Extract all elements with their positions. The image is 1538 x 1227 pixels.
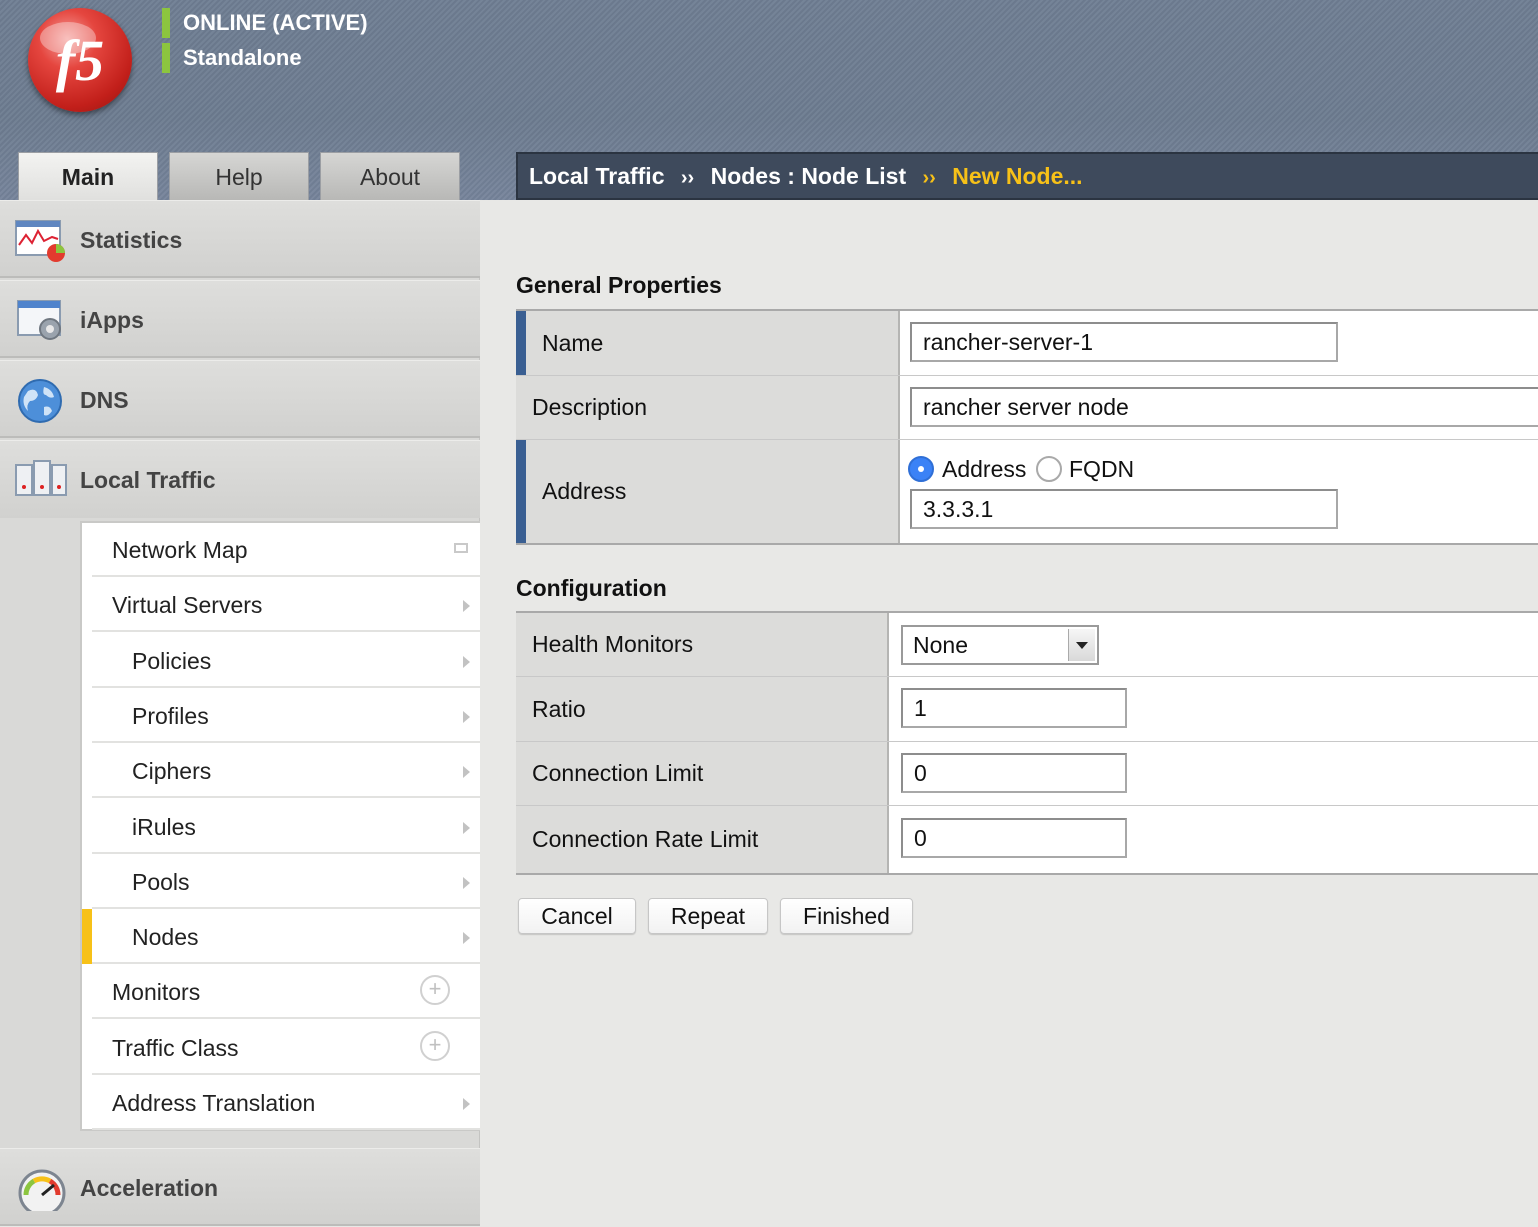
f5-logo[interactable]: f5 [28,8,132,112]
acceleration-gauge-icon [18,1169,66,1211]
name-input[interactable]: rancher-server-1 [910,322,1338,362]
sidebar-item-pools[interactable]: Pools [92,855,480,909]
nav-local-traffic-label: Local Traffic [80,467,216,493]
ratio-row: Ratio 1 [516,677,1538,742]
sidebar-item-virtual-servers[interactable]: Virtual Servers [92,578,480,632]
address-radio[interactable] [908,456,934,482]
address-radio-label: Address [942,456,1027,482]
connection-limit-input[interactable]: 0 [901,753,1127,793]
sidebar-item-label: Ciphers [132,758,212,784]
description-label: Description [516,376,900,439]
health-monitors-selected: None [913,632,968,658]
sidebar-item-address-translation[interactable]: Address Translation [92,1076,480,1130]
address-label: Address [516,440,900,543]
ratio-input[interactable]: 1 [901,688,1127,728]
configuration-table: Health Monitors None Ratio 1 Connection … [516,611,1538,875]
local-traffic-submenu: Network Map Virtual Servers Policies Profil… [80,521,480,1131]
tab-help[interactable]: Help [169,152,309,200]
sidebar-item-monitors[interactable]: Monitors + [92,965,480,1019]
sidebar: Statistics iApps DNS Local Traffic Netwo… [0,200,480,1226]
sidebar-item-traffic-class[interactable]: Traffic Class + [92,1021,480,1075]
connection-limit-row: Connection Limit 0 [516,742,1538,806]
name-row: Name rancher-server-1 [516,311,1538,376]
ratio-label: Ratio [516,677,889,741]
nav-local-traffic[interactable]: Local Traffic [0,440,480,518]
chevron-down-icon [1068,629,1095,661]
sidebar-item-label: Policies [132,648,212,674]
logo-text: f5 [56,28,104,93]
tab-main[interactable]: Main [18,152,158,200]
dns-globe-icon [18,379,62,423]
address-row: Address Address FQDN 3.3.3.1 [516,440,1538,543]
chevron-right-icon[interactable] [463,766,470,778]
connection-limit-label: Connection Limit [516,742,889,805]
add-icon[interactable]: + [420,1031,450,1061]
connection-rate-limit-input[interactable]: 0 [901,818,1127,858]
sidebar-item-label: Network Map [112,537,248,563]
sidebar-item-ciphers[interactable]: Ciphers [92,744,480,798]
breadcrumb-current: New Node... [952,163,1083,189]
nav-dns-label: DNS [80,387,129,413]
repeat-button[interactable]: Repeat [648,898,768,934]
sidebar-item-network-map[interactable]: Network Map [92,523,480,577]
nav-dns[interactable]: DNS [0,360,480,438]
general-properties-title: General Properties [516,272,722,298]
system-status: ONLINE (ACTIVE) [162,8,368,38]
finished-button[interactable]: Finished [780,898,913,934]
sidebar-item-label: Pools [132,869,190,895]
window-icon[interactable] [454,543,468,553]
sidebar-item-label: Profiles [132,703,209,729]
statistics-icon [15,220,65,262]
ha-mode: Standalone [162,43,302,73]
sidebar-item-irules[interactable]: iRules [92,800,480,854]
description-input[interactable]: rancher server node [910,387,1538,427]
nav-statistics[interactable]: Statistics [0,200,480,278]
nav-iapps[interactable]: iApps [0,280,480,358]
sidebar-item-label: Monitors [112,979,201,1005]
nav-acceleration[interactable]: Acceleration [0,1148,480,1226]
chevron-right-icon[interactable] [463,932,470,944]
health-monitors-select[interactable]: None [901,625,1099,665]
general-properties-table: Name rancher-server-1 Description ranche… [516,309,1538,545]
add-icon[interactable]: + [420,975,450,1005]
sidebar-item-label: Virtual Servers [112,592,263,618]
fqdn-radio[interactable] [1036,456,1062,482]
chevron-right-icon[interactable] [463,711,470,723]
chevron-right-icon[interactable] [463,877,470,889]
sidebar-item-label: iRules [132,814,196,840]
chevron-right-icon[interactable] [463,600,470,612]
health-monitors-label: Health Monitors [516,613,889,676]
tab-about[interactable]: About [320,152,460,200]
breadcrumb-separator: ›› [922,167,936,189]
health-monitors-row: Health Monitors None [516,613,1538,677]
chevron-right-icon[interactable] [463,1098,470,1110]
sidebar-item-policies[interactable]: Policies [92,634,480,688]
breadcrumb: Local Traffic ›› Nodes : Node List ›› Ne… [516,152,1538,200]
sidebar-item-nodes[interactable]: Nodes [82,909,480,964]
nav-iapps-label: iApps [80,307,144,333]
sidebar-item-label: Nodes [132,924,199,950]
nav-statistics-label: Statistics [80,227,183,253]
breadcrumb-local-traffic[interactable]: Local Traffic [529,163,664,189]
iapps-icon [17,300,61,340]
name-label: Name [516,311,900,375]
cancel-button[interactable]: Cancel [518,898,636,934]
nav-acceleration-label: Acceleration [80,1175,219,1201]
connection-rate-limit-row: Connection Rate Limit 0 [516,806,1538,873]
fqdn-radio-label: FQDN [1069,456,1135,482]
header-bar: f5 ONLINE (ACTIVE) Standalone Main Help … [0,0,1538,200]
connection-rate-limit-label: Connection Rate Limit [516,806,889,873]
chevron-right-icon[interactable] [463,822,470,834]
local-traffic-icon [15,460,67,496]
breadcrumb-separator: ›› [680,167,695,189]
description-row: Description rancher server node [516,376,1538,440]
chevron-right-icon[interactable] [463,656,470,668]
address-input[interactable]: 3.3.3.1 [910,489,1338,529]
sidebar-item-label: Traffic Class [112,1035,239,1061]
breadcrumb-node-list[interactable]: Nodes : Node List [711,163,907,189]
sidebar-item-profiles[interactable]: Profiles [92,689,480,743]
sidebar-item-label: Address Translation [112,1090,316,1116]
configuration-title: Configuration [516,575,667,601]
